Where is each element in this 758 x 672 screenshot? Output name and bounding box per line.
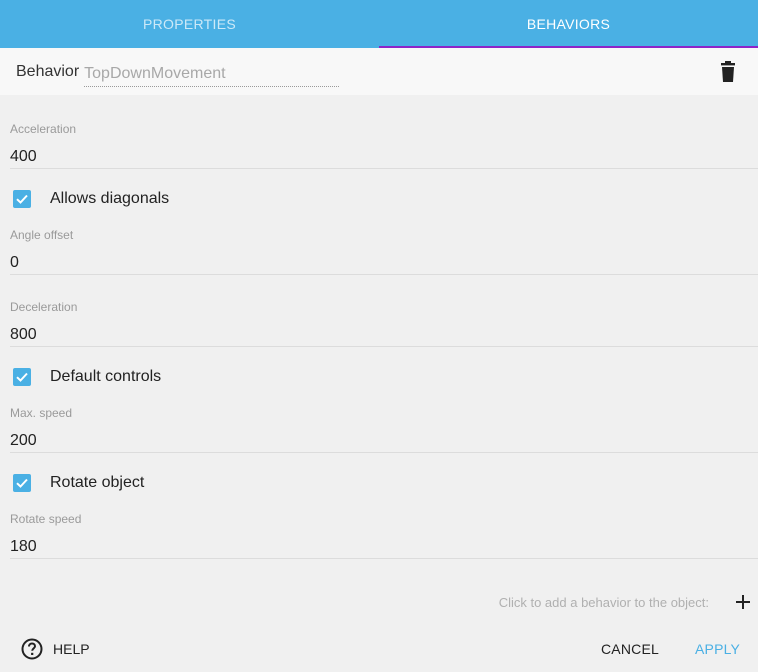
rotate-object-checkbox[interactable]	[13, 474, 31, 492]
help-circle-icon	[21, 638, 43, 660]
default-controls-label: Default controls	[50, 368, 162, 385]
delete-behavior-button[interactable]	[718, 61, 738, 83]
allows-diagonals-checkbox[interactable]	[13, 190, 31, 208]
rotate-object-row[interactable]: Rotate object	[13, 471, 144, 495]
plus-icon	[736, 595, 750, 609]
acceleration-input[interactable]	[10, 148, 758, 170]
help-button[interactable]: HELP	[21, 638, 90, 660]
default-controls-row[interactable]: Default controls	[13, 365, 161, 389]
rotate-speed-label: Rotate speed	[10, 512, 82, 526]
max-speed-label: Max. speed	[10, 406, 73, 420]
angle-offset-label: Angle offset	[10, 228, 74, 242]
max-speed-input[interactable]	[10, 432, 758, 454]
allows-diagonals-label: Allows diagonals	[50, 190, 170, 207]
dialog-footer: HELP CANCEL APPLY	[0, 630, 758, 668]
rotate-object-label: Rotate object	[50, 474, 145, 491]
allows-diagonals-row[interactable]: Allows diagonals	[13, 187, 169, 211]
add-behavior-row: Click to add a behavior to the object:	[499, 590, 758, 614]
angle-offset-input[interactable]	[10, 254, 758, 276]
behavior-header: Behavior	[0, 48, 758, 95]
cancel-button[interactable]: CANCEL	[601, 641, 659, 657]
add-behavior-hint: Click to add a behavior to the object:	[498, 594, 709, 610]
default-controls-checkbox[interactable]	[13, 368, 31, 386]
angle-offset-field: Angle offset	[10, 228, 758, 276]
acceleration-label: Acceleration	[10, 122, 77, 136]
deceleration-label: Deceleration	[10, 300, 78, 314]
apply-button[interactable]: APPLY	[695, 641, 740, 657]
deceleration-input[interactable]	[10, 326, 758, 348]
deceleration-field: Deceleration	[10, 300, 758, 348]
checkmark-icon	[16, 478, 28, 488]
max-speed-field: Max. speed	[10, 406, 758, 454]
behavior-name-input[interactable]	[84, 62, 340, 87]
checkmark-icon	[16, 194, 28, 204]
trash-icon	[721, 61, 735, 82]
rotate-speed-field: Rotate speed	[10, 512, 758, 560]
help-label: HELP	[53, 641, 90, 657]
tab-behaviors[interactable]: BEHAVIORS	[379, 0, 758, 48]
acceleration-field: Acceleration	[10, 122, 758, 170]
tab-properties[interactable]: PROPERTIES	[0, 0, 379, 48]
tab-bar: PROPERTIES BEHAVIORS	[0, 0, 758, 48]
rotate-speed-input[interactable]	[10, 538, 758, 560]
add-behavior-button[interactable]	[735, 594, 751, 610]
behavior-label: Behavior	[16, 62, 80, 80]
checkmark-icon	[16, 372, 28, 382]
